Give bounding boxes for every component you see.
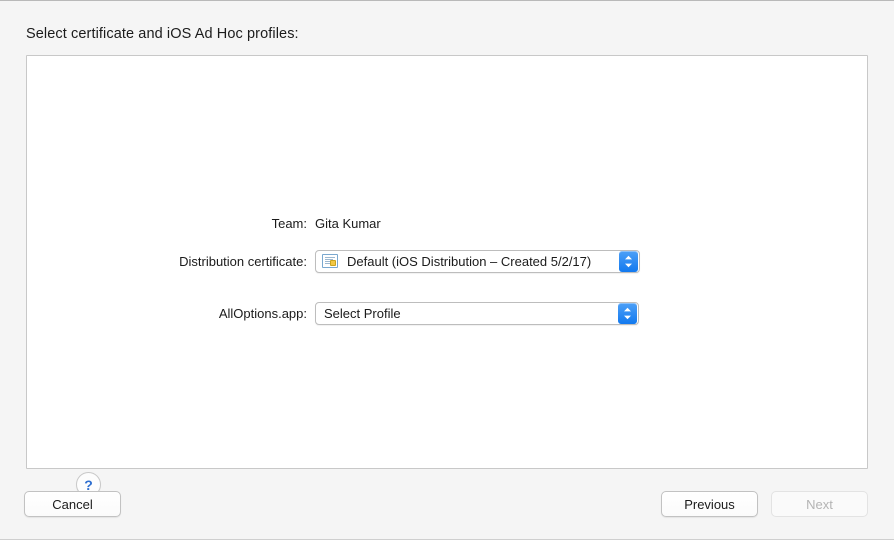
- certificate-icon: [322, 254, 338, 268]
- team-value: Gita Kumar: [315, 215, 381, 231]
- distribution-certificate-value: Default (iOS Distribution – Created 5/2/…: [347, 253, 592, 269]
- profile-dropdown[interactable]: Select Profile: [315, 301, 639, 325]
- next-button: Next: [771, 491, 868, 517]
- distribution-certificate-dropdown[interactable]: Default (iOS Distribution – Created 5/2/…: [315, 249, 640, 273]
- chevron-up-down-icon: [618, 302, 637, 324]
- distribution-certificate-row: Distribution certificate: Default (iOS D…: [27, 248, 869, 274]
- profile-label: AllOptions.app:: [218, 305, 307, 321]
- profile-row: AllOptions.app: Select Profile: [27, 300, 869, 326]
- chevron-up-down-icon: [619, 250, 638, 272]
- form-area: Team: Gita Kumar Distribution certificat…: [27, 210, 869, 326]
- distribution-certificate-label: Distribution certificate:: [179, 253, 307, 269]
- page-title: Select certificate and iOS Ad Hoc profil…: [26, 26, 299, 42]
- previous-button[interactable]: Previous: [661, 491, 758, 517]
- team-row: Team: Gita Kumar: [27, 210, 869, 236]
- content-panel: Team: Gita Kumar Distribution certificat…: [26, 55, 869, 497]
- profile-value: Select Profile: [324, 305, 401, 321]
- assistant-sheet: Select certificate and iOS Ad Hoc profil…: [0, 0, 894, 540]
- team-label: Team:: [271, 215, 307, 231]
- cancel-button[interactable]: Cancel: [24, 491, 121, 517]
